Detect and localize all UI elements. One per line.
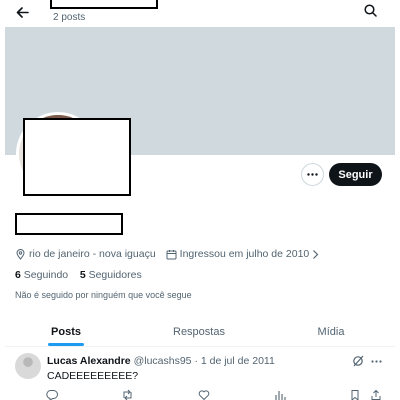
tab-media[interactable]: Mídia [302, 320, 360, 344]
tweet-author-avatar[interactable] [15, 353, 41, 379]
bookmark-icon[interactable] [348, 389, 362, 400]
tweet-header: Lucas Alexandre @lucashs95 · 1 de jul de… [47, 355, 275, 367]
chevron-right-icon[interactable] [312, 249, 323, 260]
like-icon[interactable] [197, 389, 211, 400]
tweet-separator: · [194, 355, 198, 367]
profile-name-redaction [50, 0, 158, 9]
avatar-redaction [23, 118, 131, 196]
search-button[interactable] [358, 0, 382, 20]
location-pin-icon [15, 248, 26, 260]
followers-label: Seguidores [88, 269, 142, 281]
following-link[interactable]: 6 Seguindo [15, 269, 68, 281]
follow-button[interactable]: Seguir [329, 163, 382, 186]
tweet-author-name[interactable]: Lucas Alexandre [47, 355, 131, 367]
calendar-icon [166, 249, 177, 260]
retweet-icon[interactable] [120, 389, 134, 400]
grok-icon[interactable] [351, 354, 365, 368]
followers-link[interactable]: 5 Seguidores [80, 269, 142, 281]
following-count: 6 [15, 269, 21, 281]
tweet-date[interactable]: 1 de jul de 2011 [201, 355, 275, 367]
following-label: Seguindo [23, 269, 69, 281]
profile-location: rio de janeiro - nova iguaçu [29, 248, 156, 260]
follow-stats: 6 Seguindo 5 Seguidores [15, 269, 142, 281]
search-icon [363, 3, 377, 17]
followers-count: 5 [79, 269, 86, 281]
back-button[interactable] [9, 1, 35, 23]
profile-meta: rio de janeiro - nova iguaçu Ingressou e… [15, 247, 326, 261]
arrow-left-icon [16, 6, 29, 18]
tweet-text: CADEEEEEEEEE? [47, 370, 139, 382]
followed-by-note: Não é seguido por ninguém que você segue [15, 290, 192, 300]
tabs-divider [5, 346, 395, 347]
tab-replies[interactable]: Respostas [160, 320, 238, 344]
post-count: 2 posts [53, 12, 86, 23]
tab-posts[interactable]: Posts [32, 320, 100, 344]
views-icon[interactable] [273, 389, 287, 400]
tweet-author-handle[interactable]: @lucashs95 [134, 355, 192, 367]
share-icon[interactable] [369, 389, 383, 400]
reply-icon[interactable] [45, 389, 59, 400]
display-name-redaction [15, 213, 123, 235]
profile-joined-date: Ingressou em julho de 2010 [179, 248, 310, 260]
tweet-more-icon[interactable] [369, 354, 383, 368]
more-horizontal-icon [307, 173, 318, 176]
more-options-button[interactable] [301, 163, 324, 186]
